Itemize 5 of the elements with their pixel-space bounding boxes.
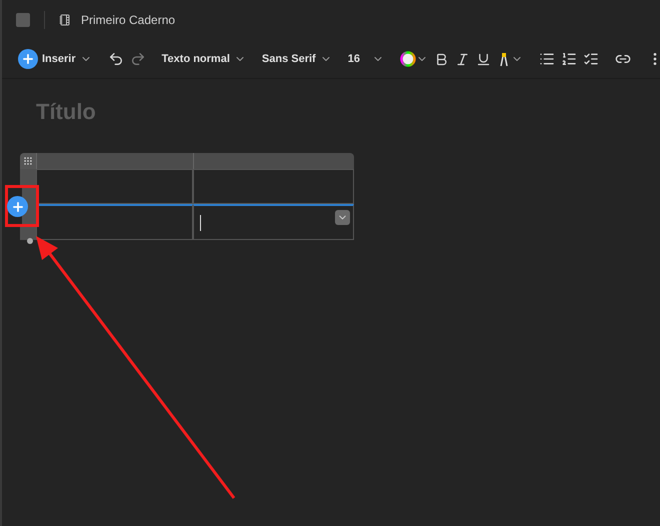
font-size-dropdown[interactable]: 16	[346, 53, 386, 65]
text-style-dropdown[interactable]: Texto normal	[160, 53, 248, 65]
font-dropdown[interactable]: Sans Serif	[260, 53, 334, 65]
notebook-title: Primeiro Caderno	[81, 13, 176, 27]
insert-button[interactable]: Inserir	[16, 49, 94, 69]
